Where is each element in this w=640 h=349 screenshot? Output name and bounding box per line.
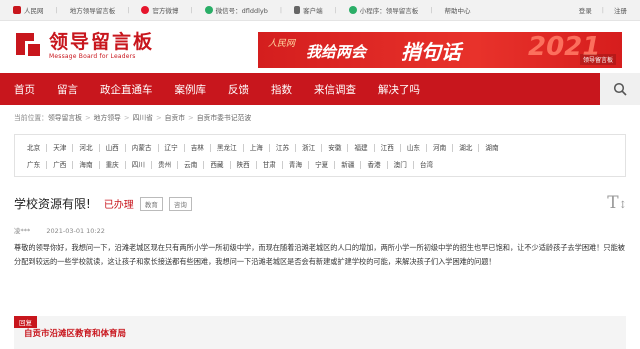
message-tag-type[interactable]: 咨询 xyxy=(168,196,192,211)
breadcrumb-item[interactable]: 地方领导 xyxy=(94,114,121,122)
province-link[interactable]: 内蒙古 xyxy=(126,143,159,152)
banner-text-2: 捎句话 xyxy=(401,40,461,64)
province-link[interactable]: 云南 xyxy=(178,160,205,169)
people-daily-icon xyxy=(13,6,21,14)
province-link[interactable]: 浙江 xyxy=(296,143,323,152)
message-tag-domain[interactable]: 教育 xyxy=(139,196,163,211)
top-utility-bar: 人民网 | 地方领导留言板 | 官方微博 | 微信号：dflddlyb | 客户… xyxy=(0,0,640,21)
weibo-icon xyxy=(141,6,150,14)
banner-source: 人民网 xyxy=(268,39,296,49)
province-link[interactable]: 山西 xyxy=(100,143,126,152)
topbar-item-weibo[interactable]: 官方微博 xyxy=(141,5,178,15)
province-link[interactable]: 天津 xyxy=(47,143,74,152)
message-meta: 凌*** 2021-03-01 10:22 xyxy=(14,225,105,235)
nav-solved[interactable]: 解决了吗 xyxy=(378,82,420,97)
topbar-item-local-board[interactable]: 地方领导留言板 xyxy=(70,5,116,15)
message-date: 2021-03-01 10:22 xyxy=(46,227,105,235)
province-link[interactable]: 广东 xyxy=(21,160,48,169)
province-link[interactable]: 吉林 xyxy=(185,143,211,152)
breadcrumb-item[interactable]: 自贡市 xyxy=(165,114,185,122)
status-badge: 已办理 xyxy=(103,200,134,211)
nav-message[interactable]: 留言 xyxy=(57,82,78,97)
nav-enterprise[interactable]: 政企直通车 xyxy=(100,82,153,97)
province-row: 北京 天津 河北 山西 内蒙古 辽宁 吉林 黑龙江 上海 江苏 浙江 安徽 福建… xyxy=(21,139,619,156)
message-author: 凌*** xyxy=(14,227,31,235)
province-link[interactable]: 河北 xyxy=(73,143,100,152)
province-link[interactable]: 江苏 xyxy=(270,143,297,152)
province-link[interactable]: 青海 xyxy=(283,160,310,169)
mini-program-icon xyxy=(348,6,357,14)
font-size-icon[interactable]: T↕ xyxy=(607,193,627,213)
help-center-link[interactable]: 帮助中心 xyxy=(444,5,470,15)
site-logo[interactable]: 领导留言板 Message Board for Leaders xyxy=(16,32,154,61)
province-link[interactable]: 河南 xyxy=(427,143,454,152)
search-button[interactable] xyxy=(600,73,640,105)
mobile-app-icon xyxy=(294,6,301,14)
nav-cases[interactable]: 案例库 xyxy=(175,82,207,97)
province-link[interactable]: 湖南 xyxy=(479,144,504,152)
reply-section: 回复 自贡市沿滩区教育和体育局 xyxy=(14,316,626,349)
register-link[interactable]: 注册 xyxy=(614,5,627,15)
nav-home[interactable]: 首页 xyxy=(14,82,35,97)
province-link[interactable]: 陕西 xyxy=(231,160,257,169)
nav-index[interactable]: 指数 xyxy=(271,82,292,97)
province-link[interactable]: 宁夏 xyxy=(309,160,336,169)
breadcrumb-item[interactable]: 四川省 xyxy=(133,114,153,122)
province-link[interactable]: 新疆 xyxy=(335,160,362,169)
province-row: 广东 广西 海南 重庆 四川 贵州 云南 西藏 陕西 甘肃 青海 宁夏 新疆 香… xyxy=(21,156,619,173)
topbar-item-people[interactable]: 人民网 xyxy=(13,5,44,15)
province-link[interactable]: 海南 xyxy=(73,160,100,169)
logo-mark-icon xyxy=(16,32,44,61)
logo-title: 领导留言板 xyxy=(49,31,155,53)
topbar-item-mini-program[interactable]: 小程序：领导留言板 xyxy=(348,5,418,15)
message-header: 学校资源有限! 已办理 教育 咨询 xyxy=(14,195,192,212)
province-link[interactable]: 安徽 xyxy=(322,143,349,152)
breadcrumb-item[interactable]: 自贡市委书记范波 xyxy=(197,114,251,122)
promo-banner[interactable]: 人民网 我给两会 捎句话 2021 领导留言板 xyxy=(258,32,622,68)
nav-feedback[interactable]: 反馈 xyxy=(228,82,249,97)
wechat-icon xyxy=(204,6,213,14)
province-link[interactable]: 台湾 xyxy=(414,161,439,169)
province-link[interactable]: 上海 xyxy=(244,143,270,152)
province-link[interactable]: 福建 xyxy=(348,143,375,152)
province-selector: 北京 天津 河北 山西 内蒙古 辽宁 吉林 黑龙江 上海 江苏 浙江 安徽 福建… xyxy=(14,134,626,177)
reply-organization: 自贡市沿滩区教育和体育局 xyxy=(24,329,127,339)
province-link[interactable]: 香港 xyxy=(361,160,388,169)
nav-survey[interactable]: 来信调查 xyxy=(314,82,356,97)
message-body: 尊敬的领导你好，我想问一下，沿滩老城区现在只有两所小学一所初级中学，而现在随着沿… xyxy=(14,243,625,266)
topbar-item-app[interactable]: 客户端 xyxy=(294,5,323,15)
banner-text-1: 我给两会 xyxy=(306,43,367,61)
search-icon xyxy=(613,82,627,96)
banner-brand: 领导留言板 xyxy=(579,54,616,65)
province-link[interactable]: 湖北 xyxy=(453,143,480,152)
logo-subtitle: Message Board for Leaders xyxy=(49,53,136,60)
province-link[interactable]: 澳门 xyxy=(388,160,414,169)
breadcrumb: 当前位置：领导留言板 > 地方领导 > 四川省 > 自贡市 > 自贡市委书记范波 xyxy=(14,114,252,122)
login-link[interactable]: 登录 xyxy=(579,5,592,15)
province-link[interactable]: 江西 xyxy=(375,143,401,152)
province-link[interactable]: 贵州 xyxy=(152,160,179,169)
topbar-item-wechat[interactable]: 微信号：dflddlyb xyxy=(204,5,268,15)
province-link[interactable]: 辽宁 xyxy=(159,143,185,152)
province-link[interactable]: 甘肃 xyxy=(257,160,283,169)
province-link[interactable]: 黑龙江 xyxy=(211,143,244,152)
province-link[interactable]: 北京 xyxy=(21,143,48,152)
province-link[interactable]: 重庆 xyxy=(100,160,126,169)
province-link[interactable]: 四川 xyxy=(126,160,152,169)
main-nav: 首页 留言 政企直通车 案例库 反馈 指数 来信调查 解决了吗 xyxy=(0,73,640,105)
province-link[interactable]: 山东 xyxy=(401,143,427,152)
province-link[interactable]: 西藏 xyxy=(204,160,231,169)
breadcrumb-item[interactable]: 领导留言板 xyxy=(48,114,82,122)
province-link[interactable]: 广西 xyxy=(47,160,74,169)
message-title: 学校资源有限! xyxy=(14,197,91,211)
